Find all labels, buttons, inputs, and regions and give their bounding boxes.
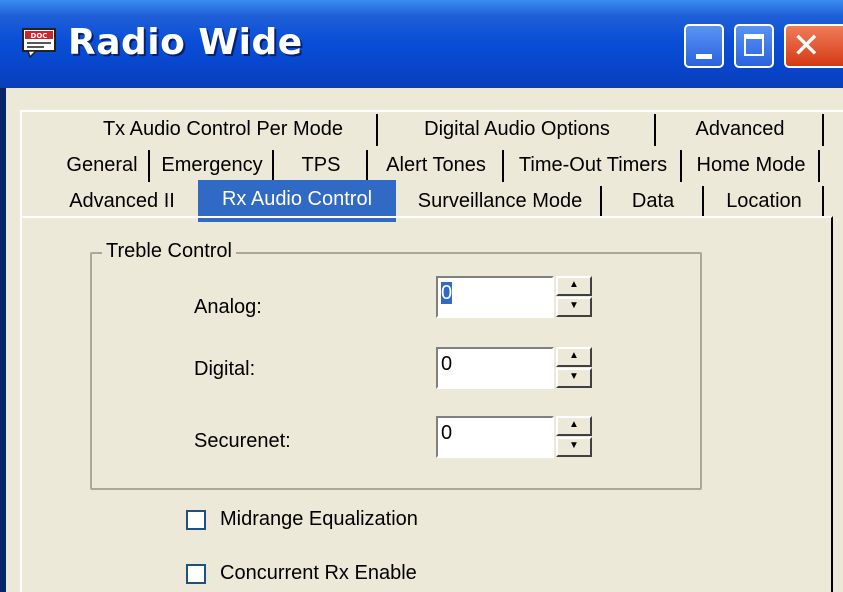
tab-label: TPS [301,154,341,176]
securenet-label: Securenet: [194,430,291,452]
tab-general[interactable]: General [54,148,150,184]
tab-emergency[interactable]: Emergency [150,148,274,184]
midrange-equalization-checkbox[interactable] [186,510,206,530]
tab-label: General [66,154,138,176]
analog-spin-down-button[interactable]: ▼ [556,297,592,317]
tab-advanced[interactable]: Advanced [656,112,824,148]
svg-text:DOC: DOC [31,32,48,40]
tab-label: Tx Audio Control Per Mode [102,118,344,140]
tab-label: Advanced II [69,190,175,212]
digital-spin-down-button[interactable]: ▼ [556,368,592,388]
tab-label: Data [631,190,675,212]
dialog-client-area: Tx Audio Control Per Mode Digital Audio … [6,88,843,592]
tab-label: Emergency [161,154,263,176]
tab-label: Rx Audio Control [221,188,373,210]
close-icon: ✕ [792,26,821,66]
midrange-equalization-label[interactable]: Midrange Equalization [220,508,418,531]
tab-time-out-timers[interactable]: Time-Out Timers [504,148,682,184]
tab-label: Surveillance Mode [417,190,583,212]
digital-spinner[interactable]: ▲ ▼ [556,347,592,389]
minimize-button[interactable] [684,24,724,68]
analog-value: 0 [441,282,453,304]
digital-value: 0 [441,353,453,375]
tab-label: Location [726,190,802,212]
close-button[interactable]: ✕ [784,24,843,68]
title-bar[interactable]: DOC Radio Wide ✕ [0,0,843,88]
analog-spinner[interactable]: ▲ ▼ [556,276,592,318]
minimize-icon [696,54,712,59]
tab-alert-tones[interactable]: Alert Tones [368,148,504,184]
maximize-button[interactable] [734,24,774,68]
digital-label: Digital: [194,358,256,380]
securenet-value: 0 [441,422,453,444]
securenet-spin-up-button[interactable]: ▲ [556,416,592,436]
concurrent-rx-enable-checkbox[interactable] [186,564,206,584]
window-title: Radio Wide [68,22,303,63]
securenet-spinner[interactable]: ▲ ▼ [556,416,592,458]
digital-input[interactable]: 0 [436,347,554,389]
analog-label: Analog: [194,296,262,318]
tab-tx-audio-control-per-mode[interactable]: Tx Audio Control Per Mode [68,112,378,148]
securenet-input[interactable]: 0 [436,416,554,458]
tab-home-mode[interactable]: Home Mode [682,148,820,184]
doc-icon: DOC [22,28,56,58]
tab-label: Alert Tones [386,154,486,176]
maximize-icon [744,34,764,56]
securenet-spin-down-button[interactable]: ▼ [556,437,592,457]
tab-digital-audio-options[interactable]: Digital Audio Options [378,112,656,148]
digital-spin-up-button[interactable]: ▲ [556,347,592,367]
analog-spin-up-button[interactable]: ▲ [556,276,592,296]
tab-label: Time-Out Timers [518,154,668,176]
app-window: DOC Radio Wide ✕ Tx Audio Control Per Mo… [0,0,843,592]
analog-input[interactable]: 0 [436,276,554,318]
treble-control-group [90,252,702,490]
tab-label: Home Mode [696,154,806,176]
concurrent-rx-enable-label[interactable]: Concurrent Rx Enable [220,562,417,585]
group-title: Treble Control [102,240,236,263]
tab-label: Digital Audio Options [424,118,610,140]
tab-tps[interactable]: TPS [274,148,368,184]
tab-label: Advanced [695,118,785,140]
